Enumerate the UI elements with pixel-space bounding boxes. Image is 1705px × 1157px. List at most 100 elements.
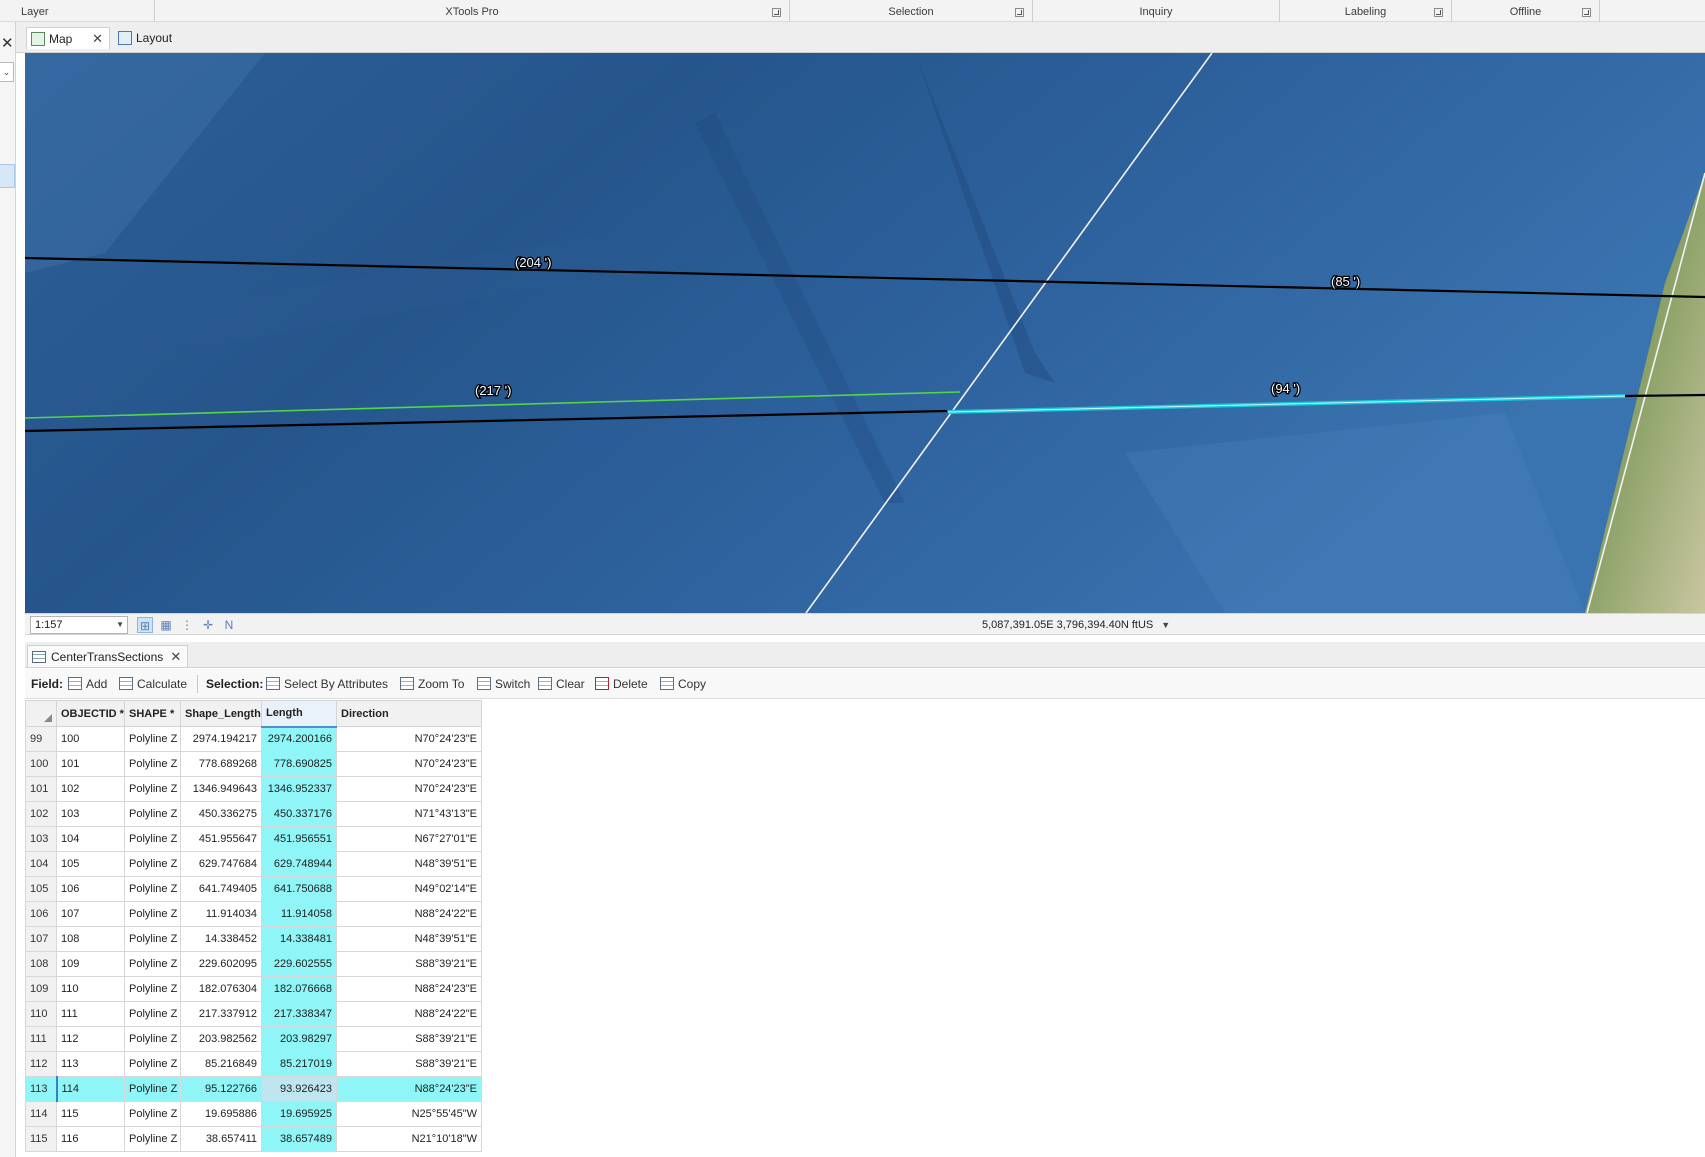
cell-objectid[interactable]: 111	[56, 1001, 125, 1027]
cell-shape-length[interactable]: 217.337912	[180, 1001, 262, 1027]
row-number[interactable]: 111	[25, 1026, 57, 1052]
cell-shape[interactable]: Polyline Z	[124, 776, 181, 802]
row-number[interactable]: 99	[25, 726, 57, 752]
constraints-icon[interactable]: ✛	[200, 617, 216, 633]
cell-length[interactable]: 182.076668	[261, 976, 337, 1002]
cell-shape[interactable]: Polyline Z	[124, 1126, 181, 1152]
cell-shape[interactable]: Polyline Z	[124, 976, 181, 1002]
row-number[interactable]: 107	[25, 926, 57, 952]
cell-objectid[interactable]: 110	[56, 976, 125, 1002]
cell-length[interactable]: 19.695925	[261, 1101, 337, 1127]
map-canvas[interactable]: (204 ') (85 ') (217 ') (94 ')	[25, 53, 1705, 613]
cell-shape-length[interactable]: 2974.194217	[180, 726, 262, 752]
cell-length[interactable]: 450.337176	[261, 801, 337, 827]
cell-direction[interactable]: N70°24'23"E	[336, 726, 482, 752]
cell-shape[interactable]: Polyline Z	[124, 1001, 181, 1027]
cell-objectid[interactable]: 100	[56, 726, 125, 752]
full-extent-icon[interactable]: ⊞	[137, 617, 153, 633]
coordinate-readout[interactable]: 5,087,391.05E 3,796,394.40N ftUS ▼	[982, 617, 1170, 633]
cell-direction[interactable]: N88°24'23"E	[336, 976, 482, 1002]
cell-direction[interactable]: N88°24'22"E	[336, 1001, 482, 1027]
cell-shape[interactable]: Polyline Z	[124, 1026, 181, 1052]
cell-shape[interactable]: Polyline Z	[124, 826, 181, 852]
cell-shape[interactable]: Polyline Z	[124, 901, 181, 927]
cell-direction[interactable]: S88°39'21"E	[336, 1026, 482, 1052]
cell-direction[interactable]: N88°24'22"E	[336, 901, 482, 927]
row-number[interactable]: 114	[25, 1101, 57, 1127]
table-row[interactable]: 99 100 Polyline Z 2974.194217 2974.200166 N70…	[25, 726, 482, 752]
row-number[interactable]: 100	[25, 751, 57, 777]
cell-length[interactable]: 93.926423	[261, 1076, 337, 1102]
table-row[interactable]: 112 113 Polyline Z 85.216849 85.217019 S88°39…	[25, 1051, 482, 1077]
parcel-line[interactable]	[1624, 393, 1705, 398]
cell-objectid[interactable]: 115	[56, 1101, 125, 1127]
table-row[interactable]: 100 101 Polyline Z 778.689268 778.690825 N70°…	[25, 751, 482, 777]
row-number[interactable]: 115	[25, 1126, 57, 1152]
cell-shape-length[interactable]: 1346.949643	[180, 776, 262, 802]
chevron-down-icon[interactable]: ⌄	[0, 62, 14, 82]
clear-selection-button[interactable]: Clear	[537, 675, 585, 693]
table-row[interactable]: 115 116 Polyline Z 38.657411 38.657489 N21°10…	[25, 1126, 482, 1152]
cell-objectid[interactable]: 108	[56, 926, 125, 952]
cell-shape[interactable]: Polyline Z	[124, 801, 181, 827]
cell-objectid[interactable]: 116	[56, 1126, 125, 1152]
add-field-button[interactable]: Add	[67, 675, 107, 693]
table-row[interactable]: 104 105 Polyline Z 629.747684 629.748944 N48°…	[25, 851, 482, 877]
cell-objectid[interactable]: 104	[56, 826, 125, 852]
row-number[interactable]: 104	[25, 851, 57, 877]
cell-direction[interactable]: N48°39'51"E	[336, 851, 482, 877]
tab-centertranssections[interactable]: CenterTransSections ✕	[27, 645, 189, 668]
cell-shape-length[interactable]: 641.749405	[180, 876, 262, 902]
zoom-to-button[interactable]: Zoom To	[399, 675, 464, 693]
cell-direction[interactable]: N48°39'51"E	[336, 926, 482, 952]
cell-objectid[interactable]: 107	[56, 901, 125, 927]
cell-direction[interactable]: N70°24'23"E	[336, 751, 482, 777]
cell-shape[interactable]: Polyline Z	[124, 951, 181, 977]
dialog-launcher-icon[interactable]	[1015, 8, 1024, 17]
table-row[interactable]: 103 104 Polyline Z 451.955647 451.956551 N67°…	[25, 826, 482, 852]
row-number[interactable]: 105	[25, 876, 57, 902]
cell-shape[interactable]: Polyline Z	[124, 1076, 181, 1102]
cell-shape-length[interactable]: 629.747684	[180, 851, 262, 877]
cell-shape[interactable]: Polyline Z	[124, 851, 181, 877]
cell-shape-length[interactable]: 778.689268	[180, 751, 262, 777]
dialog-launcher-icon[interactable]	[1582, 8, 1591, 17]
row-number[interactable]: 102	[25, 801, 57, 827]
cell-shape-length[interactable]: 38.657411	[180, 1126, 262, 1152]
cell-length[interactable]: 778.690825	[261, 751, 337, 777]
cell-objectid[interactable]: 102	[56, 776, 125, 802]
cell-direction[interactable]: N21°10'18"W	[336, 1126, 482, 1152]
cell-direction[interactable]: N25°55'45"W	[336, 1101, 482, 1127]
cell-length[interactable]: 2974.200166	[261, 726, 337, 752]
cell-length[interactable]: 217.338347	[261, 1001, 337, 1027]
cell-direction[interactable]: N71°43'13"E	[336, 801, 482, 827]
row-number[interactable]: 103	[25, 826, 57, 852]
cell-objectid[interactable]: 101	[56, 751, 125, 777]
tab-map[interactable]: Map ✕	[26, 27, 110, 49]
cell-length[interactable]: 38.657489	[261, 1126, 337, 1152]
row-number[interactable]: 109	[25, 976, 57, 1002]
cell-objectid[interactable]: 113	[56, 1051, 125, 1077]
close-icon[interactable]: ✕	[170, 646, 181, 668]
select-by-attributes-button[interactable]: Select By Attributes	[265, 675, 388, 693]
cell-shape-length[interactable]: 182.076304	[180, 976, 262, 1002]
column-header-length[interactable]: Length	[261, 700, 337, 728]
delete-button[interactable]: Delete	[594, 675, 648, 693]
table-row[interactable]: 113 114 Polyline Z 95.122766 93.926423 N88°24…	[25, 1076, 482, 1102]
switch-selection-button[interactable]: Switch	[476, 675, 530, 693]
cell-shape-length[interactable]: 203.982562	[180, 1026, 262, 1052]
cell-objectid[interactable]: 112	[56, 1026, 125, 1052]
row-number[interactable]: 108	[25, 951, 57, 977]
cell-length[interactable]: 451.956551	[261, 826, 337, 852]
cell-objectid[interactable]: 109	[56, 951, 125, 977]
table-row[interactable]: 107 108 Polyline Z 14.338452 14.338481 N48°39…	[25, 926, 482, 952]
select-all-corner[interactable]	[25, 700, 57, 727]
scale-selector[interactable]: 1:157 ▼	[30, 616, 128, 634]
table-row[interactable]: 114 115 Polyline Z 19.695886 19.695925 N25°55…	[25, 1101, 482, 1127]
snapping-icon[interactable]: ⋮	[179, 617, 195, 633]
cell-shape-length[interactable]: 14.338452	[180, 926, 262, 952]
column-header-direction[interactable]: Direction	[336, 700, 482, 727]
cell-length[interactable]: 1346.952337	[261, 776, 337, 802]
cell-shape-length[interactable]: 451.955647	[180, 826, 262, 852]
cell-length[interactable]: 85.217019	[261, 1051, 337, 1077]
